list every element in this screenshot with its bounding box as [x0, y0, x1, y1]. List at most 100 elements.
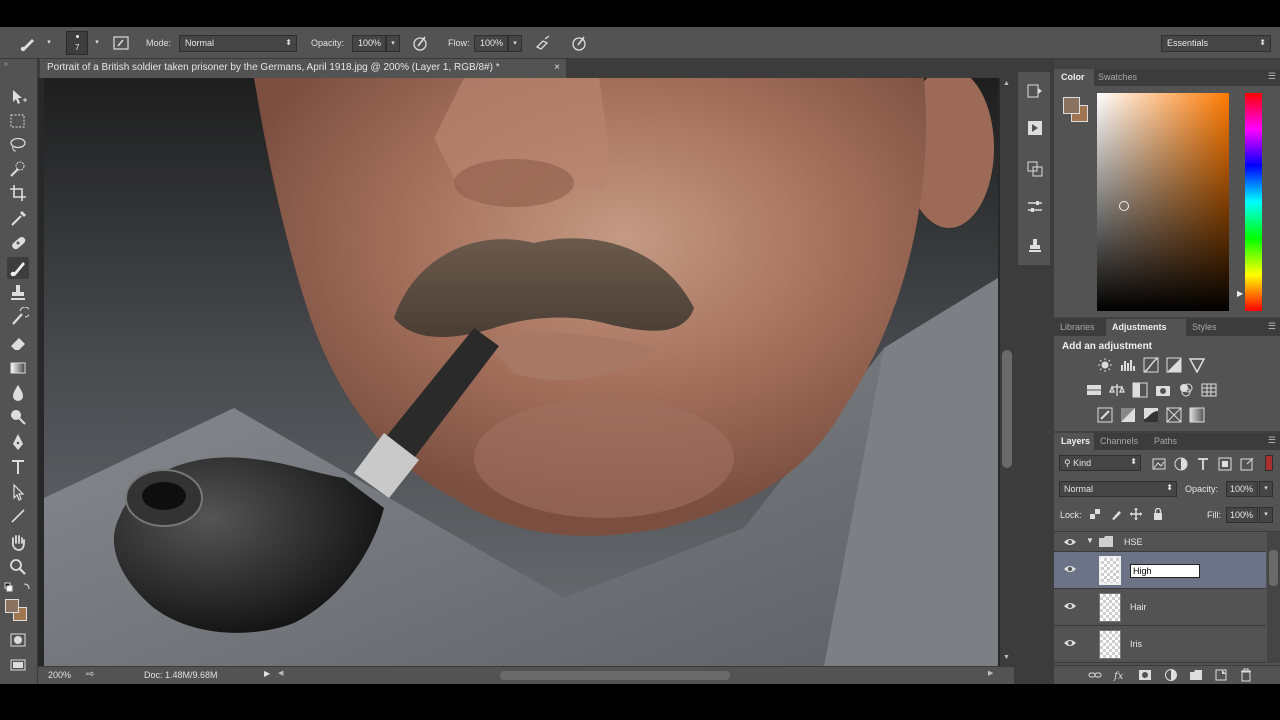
path-select-icon[interactable] [7, 481, 29, 503]
color-lookup-icon[interactable] [1201, 382, 1217, 398]
scroll-right-icon[interactable]: ▶ [988, 669, 993, 677]
filter-pixel-icon[interactable] [1151, 456, 1167, 472]
fill-slider-button[interactable]: ▾ [1259, 507, 1273, 523]
airbrush-icon[interactable] [533, 33, 553, 53]
threshold-icon[interactable] [1143, 407, 1159, 423]
workspace-select[interactable]: Essentials ⬍ [1161, 35, 1271, 52]
close-icon[interactable]: × [554, 62, 560, 73]
properties-icon[interactable] [1026, 160, 1044, 178]
canvas-area[interactable] [38, 78, 1004, 666]
filter-type-icon[interactable] [1195, 456, 1211, 472]
hand-icon[interactable] [7, 531, 29, 553]
exposure-icon[interactable] [1166, 357, 1182, 373]
layer-row[interactable]: Hair [1054, 589, 1266, 626]
status-menu-icon[interactable]: ▶ [264, 669, 270, 678]
layer-row-selected[interactable]: High [1054, 552, 1266, 589]
vertical-scrollbar[interactable]: ▲ ▼ [1000, 78, 1014, 666]
black-white-icon[interactable] [1132, 382, 1148, 398]
line-icon[interactable] [7, 505, 29, 527]
tab-channels[interactable]: Channels [1100, 436, 1138, 446]
layer-thumbnail[interactable] [1099, 593, 1121, 622]
photo-canvas[interactable] [44, 78, 998, 666]
gradient-icon[interactable] [7, 357, 29, 379]
pressure-size-icon[interactable] [569, 33, 589, 53]
type-icon[interactable] [7, 456, 29, 478]
doc-size[interactable]: Doc: 1.48M/9.68M [144, 670, 218, 680]
brush-preset-icon[interactable] [18, 33, 38, 53]
tab-paths[interactable]: Paths [1154, 436, 1177, 446]
eye-icon[interactable] [1063, 638, 1077, 648]
brush-preset-dropdown[interactable]: ▾ [42, 35, 56, 52]
brush-panel-icon[interactable] [111, 33, 131, 53]
eyedropper-icon[interactable] [7, 207, 29, 229]
scroll-left-icon[interactable]: ◀ [278, 669, 283, 677]
brush-icon[interactable] [7, 257, 29, 279]
vibrance-icon[interactable] [1189, 357, 1205, 373]
lock-transparent-icon[interactable] [1089, 508, 1101, 520]
brush-size-dropdown[interactable]: ▾ [90, 35, 104, 52]
panel-menu-icon[interactable]: ☰ [1268, 71, 1276, 82]
clone-stamp-icon[interactable] [7, 282, 29, 304]
layer-row[interactable]: Iris [1054, 626, 1266, 663]
curves-icon[interactable] [1143, 357, 1159, 373]
pressure-opacity-icon[interactable] [410, 33, 430, 53]
scroll-down-icon[interactable]: ▼ [1003, 654, 1010, 661]
layer-group-row[interactable]: ▼ HSE [1054, 532, 1266, 552]
blur-icon[interactable] [7, 382, 29, 404]
screen-mode-icon[interactable] [7, 654, 29, 676]
eye-icon[interactable] [1063, 601, 1077, 611]
zoom-icon[interactable] [7, 556, 29, 578]
pen-icon[interactable] [7, 431, 29, 453]
tab-layers[interactable]: Layers [1061, 436, 1090, 446]
filter-smart-object-icon[interactable] [1239, 456, 1255, 472]
panel-menu-icon[interactable]: ☰ [1268, 321, 1276, 332]
layer-name-input[interactable]: High [1130, 564, 1200, 578]
tab-swatches[interactable]: Swatches [1098, 72, 1137, 82]
eye-icon[interactable] [1063, 564, 1077, 574]
eraser-icon[interactable] [7, 332, 29, 354]
flow-slider-button[interactable]: ▾ [508, 35, 522, 52]
layer-thumbnail[interactable] [1099, 556, 1121, 585]
new-layer-icon[interactable] [1214, 668, 1228, 682]
channel-mixer-icon[interactable] [1178, 382, 1194, 398]
healing-brush-icon[interactable] [7, 232, 29, 254]
posterize-icon[interactable] [1120, 407, 1136, 423]
tab-adjustments[interactable]: Adjustments [1112, 322, 1167, 332]
hue-slider-handle-icon[interactable]: ▶ [1237, 289, 1243, 298]
new-adjustment-layer-icon[interactable] [1164, 668, 1178, 682]
lock-position-icon[interactable] [1130, 508, 1142, 520]
link-icon[interactable] [1088, 668, 1102, 682]
scroll-up-icon[interactable]: ▲ [1003, 80, 1010, 87]
eye-icon[interactable] [1063, 537, 1077, 547]
dodge-icon[interactable] [7, 406, 29, 428]
fx-icon[interactable]: fx [1113, 668, 1127, 682]
hue-saturation-icon[interactable] [1086, 382, 1102, 398]
zoom-level[interactable]: 200% [48, 670, 71, 680]
export-icon[interactable]: ⇨ [86, 669, 94, 680]
tab-libraries[interactable]: Libraries [1060, 322, 1095, 332]
levels-icon[interactable] [1120, 357, 1136, 373]
blend-mode-select[interactable]: Normal ⬍ [1059, 481, 1177, 497]
color-foreground-swatch[interactable] [1063, 97, 1080, 114]
panel-collapse-icon[interactable]: » [4, 61, 8, 68]
layer-opacity-slider-button[interactable]: ▾ [1259, 481, 1273, 497]
filter-adjustment-icon[interactable] [1173, 456, 1189, 472]
foreground-color-swatch[interactable] [5, 599, 19, 613]
filter-shape-icon[interactable] [1217, 456, 1233, 472]
invert-icon[interactable] [1097, 407, 1113, 423]
filter-toggle[interactable] [1265, 455, 1273, 471]
lock-all-icon[interactable] [1152, 508, 1164, 520]
layer-filter-select[interactable]: ⚲ Kind ⬍ [1059, 455, 1141, 471]
photo-filter-icon[interactable] [1155, 382, 1171, 398]
color-balance-icon[interactable] [1109, 382, 1125, 398]
add-mask-icon[interactable] [1138, 668, 1152, 682]
crop-icon[interactable] [7, 182, 29, 204]
tab-color[interactable]: Color [1061, 72, 1085, 82]
fill-input[interactable]: 100% [1226, 507, 1258, 523]
move-icon[interactable] [7, 86, 29, 108]
brush-size-picker[interactable]: 7 [66, 31, 88, 55]
color-picker-cursor[interactable] [1119, 201, 1129, 211]
quick-select-icon[interactable] [7, 158, 29, 180]
layers-scrollbar-thumb[interactable] [1269, 550, 1278, 586]
lasso-icon[interactable] [7, 134, 29, 156]
